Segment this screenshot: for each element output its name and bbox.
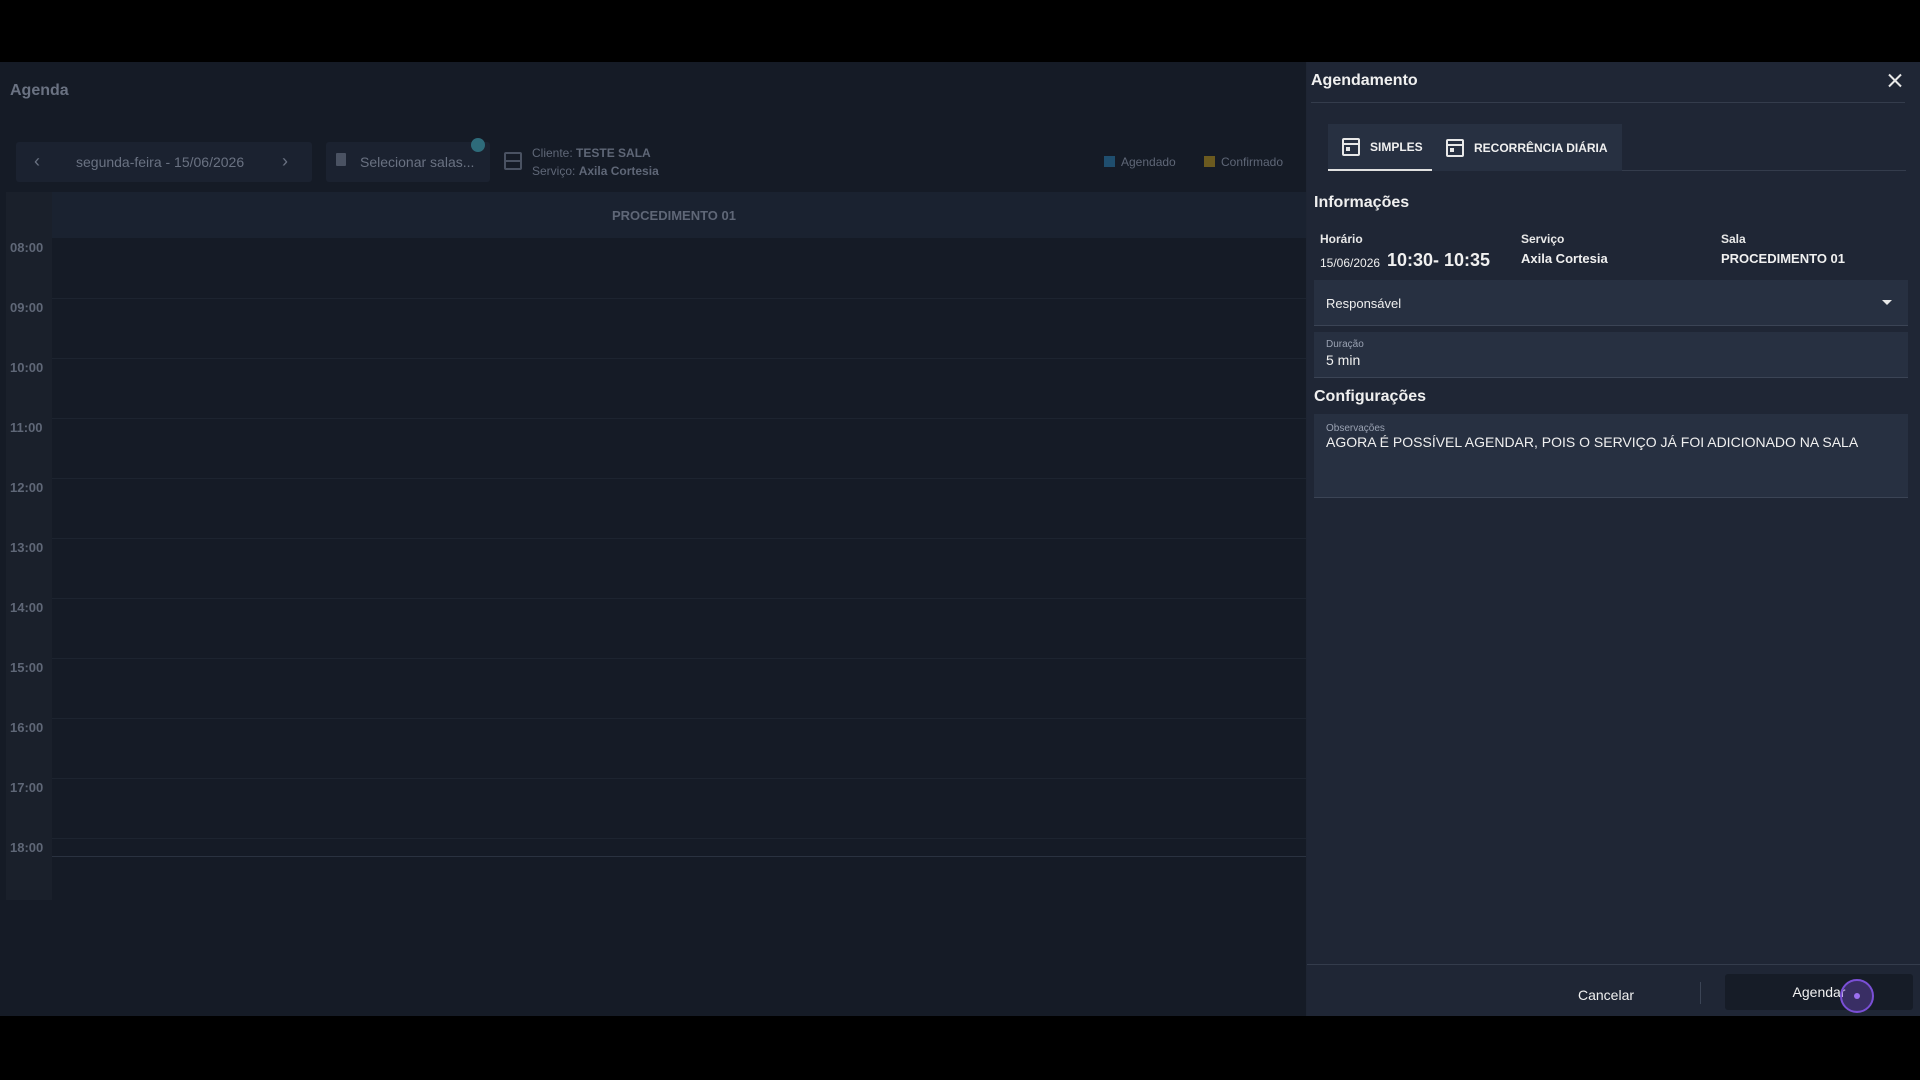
- grid-line: [52, 418, 1306, 419]
- drawer-title: Agendamento: [1311, 72, 1418, 89]
- legend-label: Agendado: [1121, 155, 1176, 169]
- time-label: 10:00: [10, 360, 44, 375]
- grid-line: [52, 778, 1306, 779]
- time-label: 13:00: [10, 540, 44, 555]
- legend-swatch: [1104, 156, 1115, 167]
- divider: [1307, 964, 1920, 965]
- observacoes-label: Observações: [1326, 423, 1385, 434]
- horario-label: Horário: [1320, 232, 1363, 246]
- tab-bar: SIMPLES RECORRÊNCIA DIÁRIA: [1328, 124, 1622, 171]
- client-info: Cliente: TESTE SALA Serviço: Axila Corte…: [532, 144, 659, 180]
- layout-toggle-icon[interactable]: [504, 152, 522, 170]
- grid-line: [52, 358, 1306, 359]
- servico-label: Serviço: [1521, 232, 1565, 246]
- book-icon: [336, 153, 346, 166]
- sala-label: Sala: [1721, 232, 1746, 246]
- agendar-button[interactable]: Agendar: [1725, 974, 1913, 1010]
- time-label: 18:00: [10, 840, 44, 855]
- cursor-indicator: [1840, 979, 1874, 1013]
- divider: [1622, 170, 1906, 171]
- tab-recorrencia-diaria[interactable]: RECORRÊNCIA DIÁRIA: [1432, 124, 1622, 171]
- service-value: Axila Cortesia: [578, 164, 659, 178]
- time-label: 16:00: [10, 720, 44, 735]
- room-select-placeholder: Selecionar salas...: [360, 154, 475, 170]
- divider: [1311, 102, 1905, 103]
- chevron-left-icon[interactable]: ‹: [34, 151, 40, 172]
- room-select[interactable]: Selecionar salas...: [326, 142, 490, 182]
- grid-line: [52, 538, 1306, 539]
- scheduling-drawer: Agendamento SIMPLES RECORRÊNCIA DIÁRIA I…: [1307, 62, 1920, 1016]
- tab-simples[interactable]: SIMPLES: [1328, 124, 1432, 171]
- responsavel-select[interactable]: Responsável: [1314, 280, 1908, 326]
- grid-line: [52, 838, 1306, 839]
- agenda-toolbar: ‹ segunda-feira - 15/06/2026 › Seleciona…: [16, 142, 1306, 182]
- grid-line: [52, 478, 1306, 479]
- servico-value: Axila Cortesia: [1521, 251, 1608, 266]
- tab-label: RECORRÊNCIA DIÁRIA: [1474, 140, 1608, 155]
- legend-swatch: [1204, 156, 1215, 167]
- grid-line: [52, 718, 1306, 719]
- horario-date: 15/06/2026: [1320, 256, 1381, 270]
- grid-line: [52, 658, 1306, 659]
- grid-line: [52, 298, 1306, 299]
- observacoes-value: AGORA É POSSÍVEL AGENDAR, POIS O SERVIÇO…: [1326, 434, 1859, 450]
- time-label: 17:00: [10, 780, 44, 795]
- time-label: 12:00: [10, 480, 44, 495]
- sala-value: PROCEDIMENTO 01: [1721, 251, 1846, 266]
- divider: [1700, 982, 1701, 1004]
- client-label: Cliente:: [532, 146, 573, 160]
- app-window: Agenda ‹ segunda-feira - 15/06/2026 › Se…: [0, 62, 1920, 1016]
- section-configuracoes: Configurações: [1314, 388, 1427, 405]
- cancel-button[interactable]: Cancelar: [1551, 978, 1661, 1012]
- service-label: Serviço:: [532, 164, 576, 178]
- time-label: 11:00: [10, 420, 43, 435]
- notification-badge: [471, 138, 485, 152]
- duracao-value: 5 min: [1326, 352, 1361, 368]
- horario-time: 10:30- 10:35: [1387, 250, 1491, 270]
- room-name: PROCEDIMENTO 01: [611, 208, 736, 223]
- date-navigator: ‹ segunda-feira - 15/06/2026 ›: [16, 142, 312, 182]
- close-icon[interactable]: [1884, 70, 1906, 92]
- calendar-icon: [1342, 137, 1360, 156]
- time-label: 14:00: [10, 600, 44, 615]
- grid-line: [52, 598, 1306, 599]
- client-value: TESTE SALA: [576, 146, 651, 160]
- section-informacoes: Informações: [1314, 194, 1410, 211]
- current-date: segunda-feira - 15/06/2026: [76, 154, 245, 170]
- time-label: 09:00: [10, 300, 44, 315]
- page-title: Agenda: [10, 82, 69, 99]
- caret-down-icon: [1882, 300, 1892, 305]
- observacoes-textarea[interactable]: Observações AGORA É POSSÍVEL AGENDAR, PO…: [1314, 414, 1908, 498]
- schedule-grid: PROCEDIMENTO 01 08:00 09:00 10:00 11:00 …: [6, 192, 1306, 900]
- room-column-header: PROCEDIMENTO 01: [52, 192, 1306, 238]
- chevron-right-icon[interactable]: ›: [282, 151, 288, 172]
- legend-agendado: Agendado: [1104, 155, 1176, 169]
- duracao-field[interactable]: Duração 5 min: [1314, 332, 1908, 378]
- responsavel-label: Responsável: [1326, 296, 1402, 311]
- legend-label: Confirmado: [1221, 155, 1284, 169]
- grid-line: [52, 856, 1306, 857]
- agenda-view: Agenda ‹ segunda-feira - 15/06/2026 › Se…: [0, 62, 1306, 1016]
- tab-label: SIMPLES: [1370, 139, 1423, 154]
- duracao-label: Duração: [1326, 339, 1364, 350]
- calendar-icon: [1446, 138, 1464, 157]
- time-label: 08:00: [10, 240, 44, 255]
- time-label: 15:00: [10, 660, 44, 675]
- legend-confirmado: Confirmado: [1204, 155, 1283, 169]
